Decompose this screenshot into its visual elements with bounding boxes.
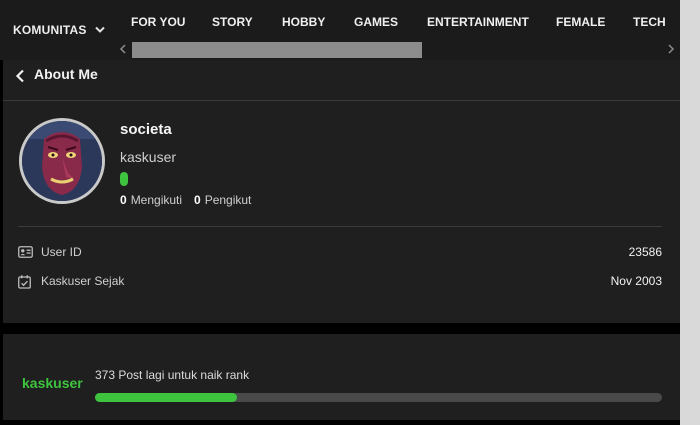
rank-badge (120, 172, 128, 186)
user-id-label: User ID (41, 245, 82, 259)
member-since-label: Kaskuser Sejak (41, 274, 125, 288)
user-title: kaskuser (120, 149, 177, 165)
username: societa (120, 121, 172, 138)
followers-link[interactable]: 0 Pengikut (194, 193, 251, 207)
komunitas-dropdown[interactable]: KOMUNITAS (0, 0, 118, 60)
followers-label: Pengikut (204, 193, 252, 207)
rank-progress-fill (95, 393, 237, 402)
profile-card: societa kaskuser 0 Mengikuti 0 Pengikut Us… (3, 101, 680, 323)
tab-tech[interactable]: TECH (633, 15, 666, 29)
following-label: Mengikuti (130, 193, 183, 207)
top-navigation: KOMUNITAS FOR YOU STORY HOBBY GAMES ENTE… (0, 0, 680, 60)
rank-progress-card: kaskuser 373 Post lagi untuk naik rank (3, 334, 680, 420)
back-arrow-icon[interactable] (15, 69, 25, 83)
chevron-down-icon (95, 26, 105, 33)
user-id-row: User ID 23586 (18, 245, 662, 265)
tab-entertainment[interactable]: ENTERTAINMENT (427, 15, 529, 29)
following-count: 0 (120, 193, 127, 207)
noh-mask-avatar-icon (22, 121, 102, 201)
id-card-icon (18, 246, 33, 258)
rank-progress-bar (95, 393, 662, 402)
scroll-right-arrow-icon[interactable] (667, 43, 675, 55)
tabs-scrollbar-thumb[interactable] (132, 42, 422, 58)
rank-progress-text: 373 Post lagi untuk naik rank (95, 368, 250, 382)
page-title: About Me (34, 66, 98, 82)
komunitas-label: KOMUNITAS (13, 23, 87, 37)
tab-for-you[interactable]: FOR YOU (131, 15, 185, 29)
tab-games[interactable]: GAMES (354, 15, 398, 29)
avatar[interactable] (19, 118, 105, 204)
category-tabs: FOR YOU STORY HOBBY GAMES ENTERTAINMENT … (118, 0, 680, 44)
followers-count: 0 (194, 193, 201, 207)
scroll-left-arrow-icon[interactable] (119, 43, 127, 55)
tab-hobby[interactable]: HOBBY (282, 15, 325, 29)
user-id-value: 23586 (628, 245, 662, 259)
member-since-value: Nov 2003 (610, 274, 662, 288)
tab-story[interactable]: STORY (212, 15, 253, 29)
following-link[interactable]: 0 Mengikuti (120, 193, 182, 207)
divider (18, 226, 662, 227)
tab-female[interactable]: FEMALE (556, 15, 605, 29)
member-since-row: Kaskuser Sejak Nov 2003 (18, 274, 662, 294)
calendar-check-icon (18, 275, 31, 289)
about-me-header: About Me (3, 60, 680, 101)
kaskuser-logo: kaskuser (22, 375, 83, 391)
app-window: KOMUNITAS FOR YOU STORY HOBBY GAMES ENTE… (0, 0, 680, 425)
